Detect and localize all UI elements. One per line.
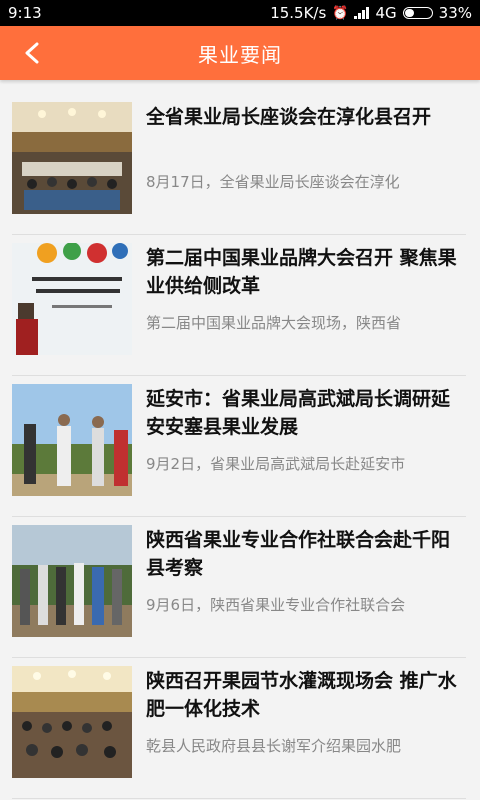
news-item[interactable]: 全省果业局长座谈会在淳化县召开 8月17日，全省果业局长座谈会在淳化 (12, 94, 466, 235)
news-thumbnail (12, 666, 132, 778)
battery-percent: 33% (438, 4, 472, 22)
news-list: 全省果业局长座谈会在淳化县召开 8月17日，全省果业局长座谈会在淳化 第二届中国… (0, 80, 480, 799)
news-summary: 9月6日，陕西省果业专业合作社联合会 (146, 596, 406, 614)
page-title: 果业要闻 (198, 42, 282, 67)
alarm-icon: ⏰ (332, 5, 349, 21)
network-type: 4G (375, 4, 397, 22)
news-item[interactable]: 延安市：省果业局高武斌局长调研延安安塞县果业发展 9月2日，省果业局高武斌局长赴… (12, 376, 466, 517)
news-thumbnail (12, 102, 132, 214)
news-title: 陕西召开果园节水灌溉现场会 推广水肥一体化技术 (146, 670, 457, 720)
news-title: 全省果业局长座谈会在淳化县召开 (146, 106, 432, 128)
news-summary: 乾县人民政府县县长谢军介绍果园水肥 (146, 737, 402, 755)
status-bar: 9:13 15.5K/s ⏰ 4G 33% (0, 0, 480, 26)
news-title: 延安市：省果业局高武斌局长调研延安安塞县果业发展 (146, 388, 451, 438)
signal-icon (354, 7, 370, 19)
news-thumbnail (12, 243, 132, 355)
news-title: 第二届中国果业品牌大会召开 聚焦果业供给侧改革 (146, 247, 457, 297)
news-title: 陕西省果业专业合作社联合会赴千阳县考察 (146, 529, 451, 579)
back-button[interactable] (12, 26, 52, 80)
app-bar: 果业要闻 (0, 26, 480, 80)
network-speed: 15.5K/s (270, 4, 327, 22)
battery-icon (402, 7, 433, 19)
news-item[interactable]: 第二届中国果业品牌大会召开 聚焦果业供给侧改革 第二届中国果业品牌大会现场，陕西… (12, 235, 466, 376)
chevron-left-icon (25, 42, 39, 64)
status-time: 9:13 (8, 4, 42, 22)
news-item[interactable]: 陕西召开果园节水灌溉现场会 推广水肥一体化技术 乾县人民政府县县长谢军介绍果园水… (12, 658, 466, 799)
news-summary: 8月17日，全省果业局长座谈会在淳化 (146, 173, 400, 191)
news-thumbnail (12, 384, 132, 496)
news-item[interactable]: 陕西省果业专业合作社联合会赴千阳县考察 9月6日，陕西省果业专业合作社联合会 (12, 517, 466, 658)
status-icons: 15.5K/s ⏰ 4G 33% (270, 4, 472, 22)
news-summary: 第二届中国果业品牌大会现场，陕西省 (146, 314, 402, 332)
news-summary: 9月2日，省果业局高武斌局长赴延安市 (146, 455, 406, 473)
news-thumbnail (12, 525, 132, 637)
